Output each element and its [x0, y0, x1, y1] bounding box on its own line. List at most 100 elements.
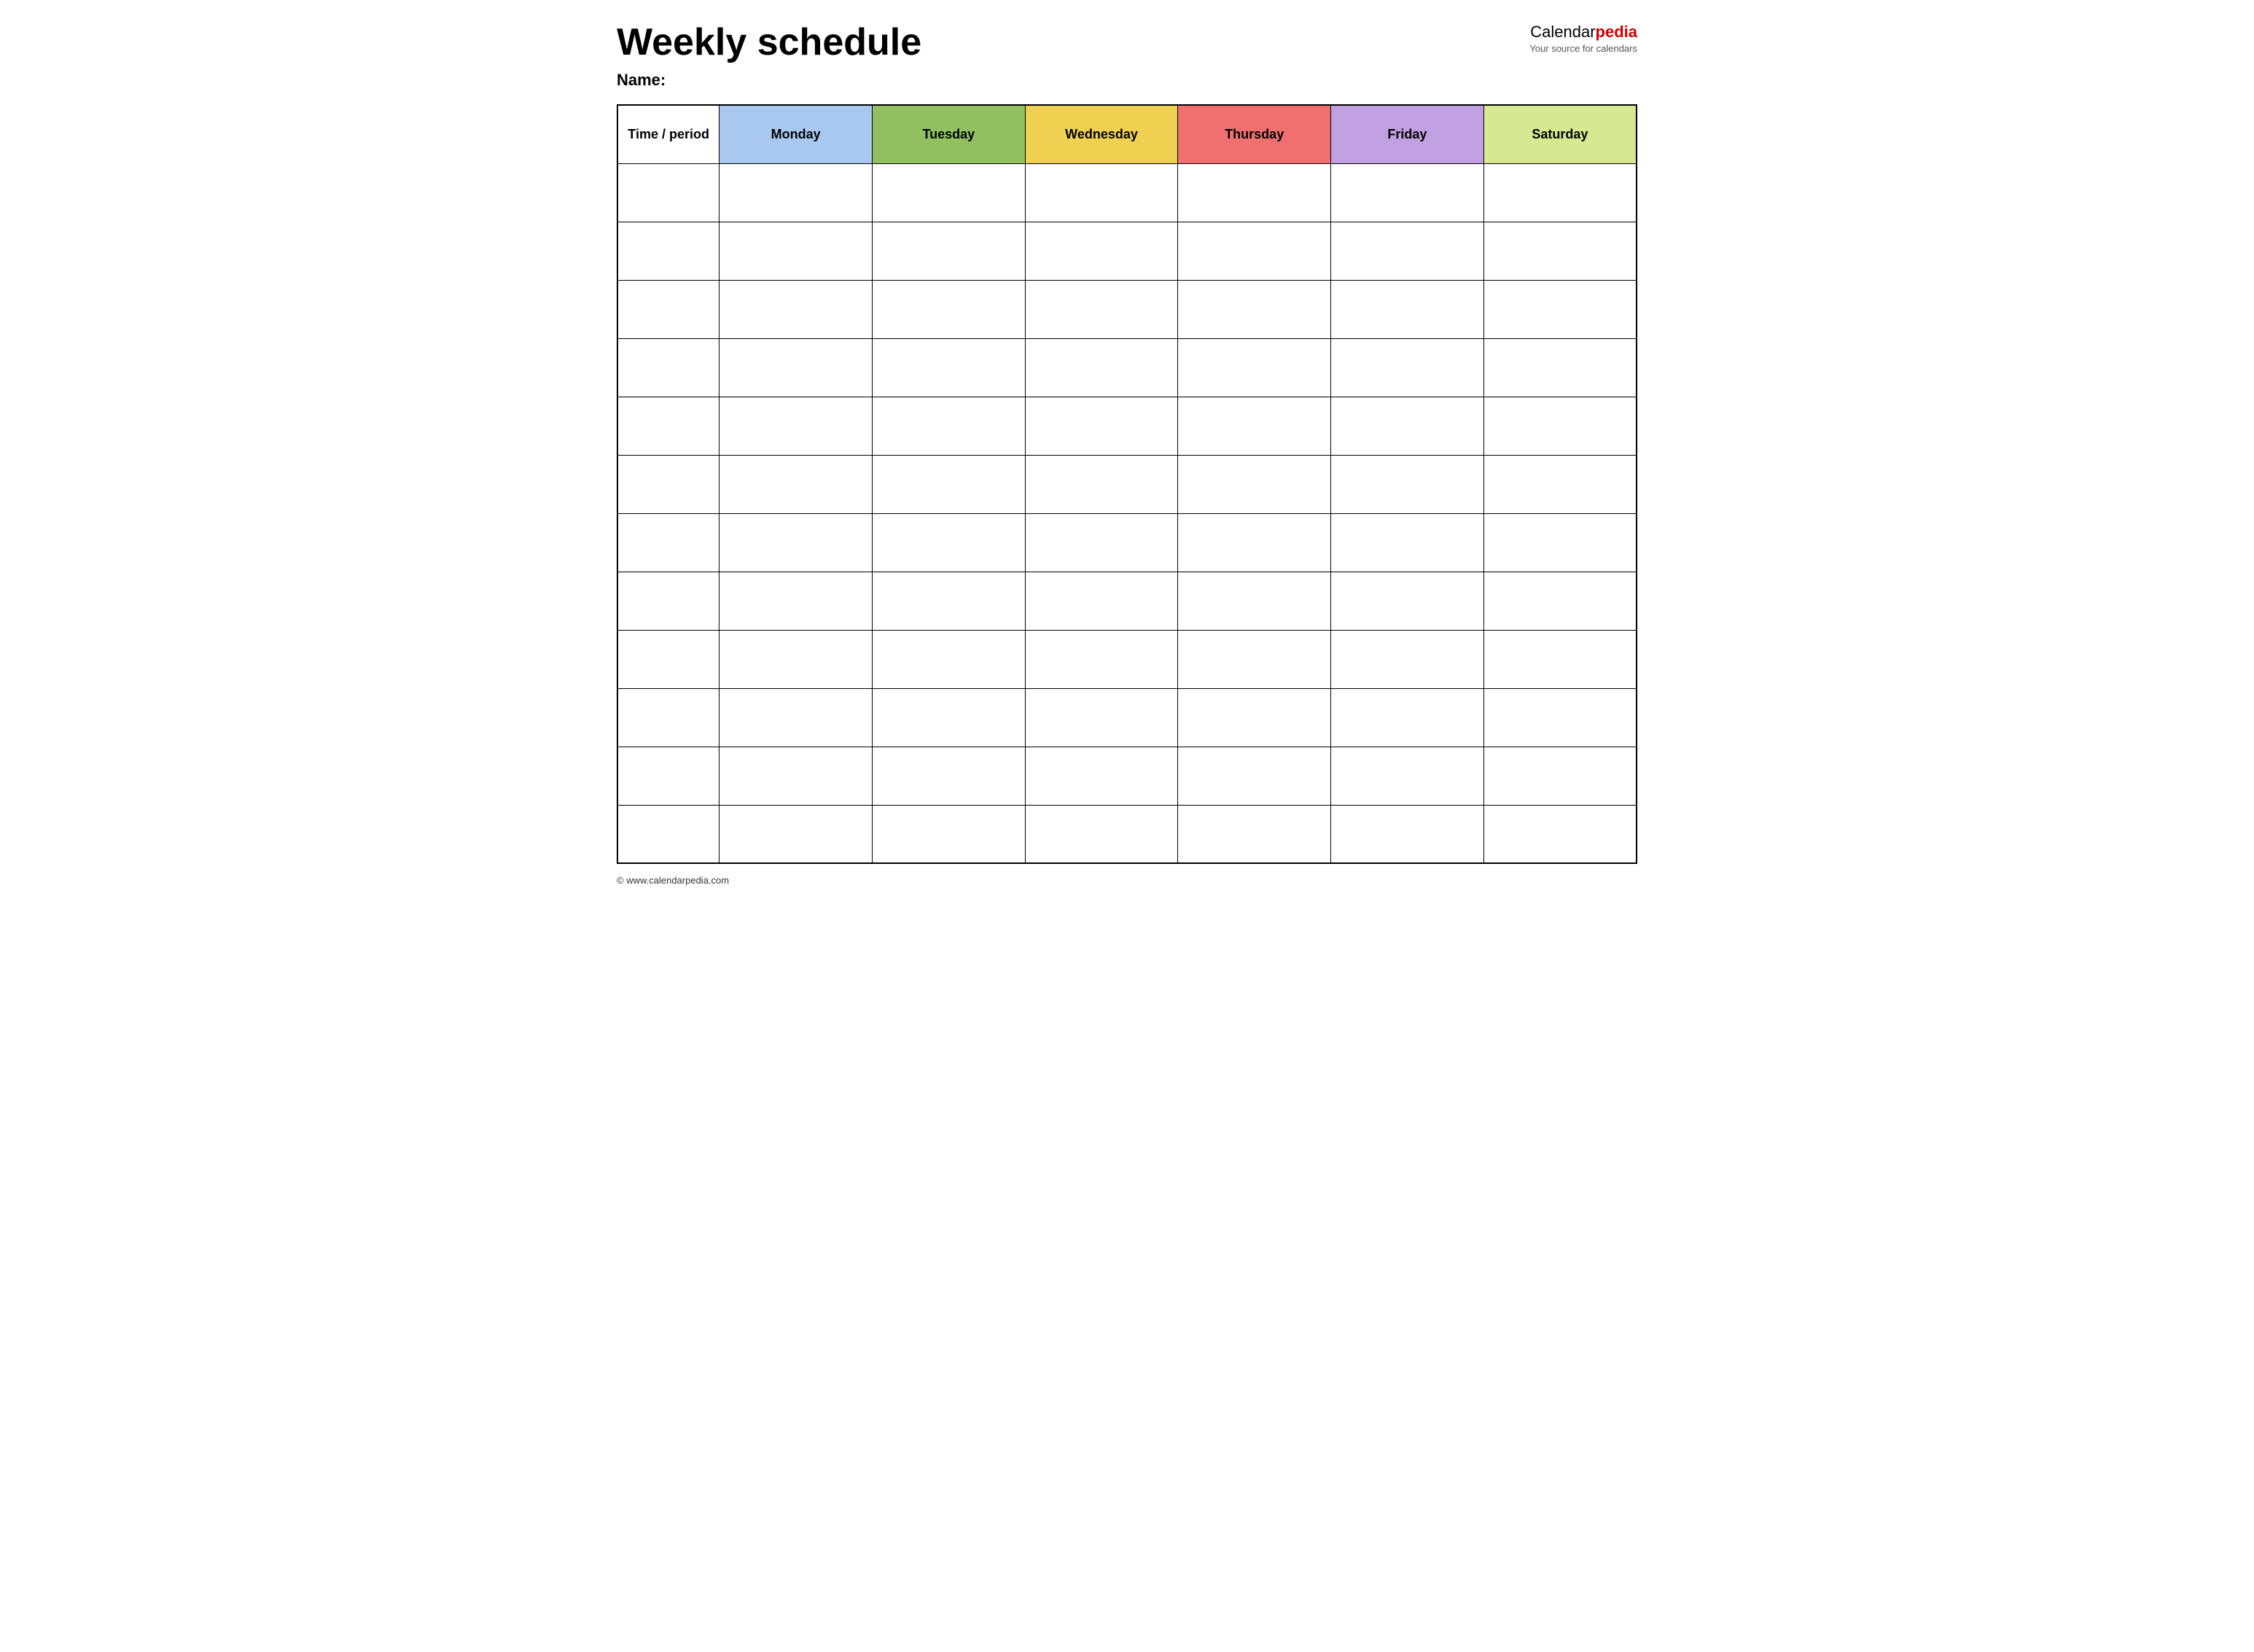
cell-row8-col5[interactable] [1331, 630, 1484, 688]
cell-row4-col0[interactable] [617, 397, 720, 455]
table-row [617, 747, 1637, 805]
footer-url: © www.calendarpedia.com [617, 875, 1637, 886]
cell-row0-col1[interactable] [720, 163, 873, 222]
cell-row11-col3[interactable] [1025, 805, 1178, 863]
cell-row10-col2[interactable] [872, 747, 1025, 805]
cell-row7-col4[interactable] [1178, 572, 1331, 630]
cell-row10-col6[interactable] [1483, 747, 1637, 805]
cell-row4-col2[interactable] [872, 397, 1025, 455]
cell-row7-col1[interactable] [720, 572, 873, 630]
col-header-wednesday: Wednesday [1025, 105, 1178, 163]
cell-row4-col4[interactable] [1178, 397, 1331, 455]
cell-row5-col5[interactable] [1331, 455, 1484, 513]
cell-row0-col4[interactable] [1178, 163, 1331, 222]
table-row [617, 455, 1637, 513]
cell-row11-col5[interactable] [1331, 805, 1484, 863]
cell-row4-col3[interactable] [1025, 397, 1178, 455]
cell-row0-col6[interactable] [1483, 163, 1637, 222]
cell-row8-col2[interactable] [872, 630, 1025, 688]
cell-row5-col0[interactable] [617, 455, 720, 513]
cell-row11-col6[interactable] [1483, 805, 1637, 863]
cell-row9-col1[interactable] [720, 688, 873, 747]
table-row [617, 572, 1637, 630]
cell-row2-col2[interactable] [872, 280, 1025, 338]
cell-row5-col3[interactable] [1025, 455, 1178, 513]
cell-row0-col5[interactable] [1331, 163, 1484, 222]
cell-row2-col1[interactable] [720, 280, 873, 338]
cell-row7-col5[interactable] [1331, 572, 1484, 630]
cell-row6-col6[interactable] [1483, 513, 1637, 572]
cell-row8-col6[interactable] [1483, 630, 1637, 688]
logo-pedia: pedia [1596, 23, 1637, 41]
cell-row5-col6[interactable] [1483, 455, 1637, 513]
logo-text: Calendarpedia [1529, 22, 1637, 43]
cell-row9-col6[interactable] [1483, 688, 1637, 747]
cell-row9-col2[interactable] [872, 688, 1025, 747]
cell-row11-col2[interactable] [872, 805, 1025, 863]
cell-row1-col0[interactable] [617, 222, 720, 280]
cell-row3-col4[interactable] [1178, 338, 1331, 397]
cell-row1-col5[interactable] [1331, 222, 1484, 280]
cell-row6-col0[interactable] [617, 513, 720, 572]
cell-row7-col3[interactable] [1025, 572, 1178, 630]
cell-row2-col4[interactable] [1178, 280, 1331, 338]
cell-row0-col3[interactable] [1025, 163, 1178, 222]
cell-row8-col1[interactable] [720, 630, 873, 688]
cell-row1-col3[interactable] [1025, 222, 1178, 280]
col-header-saturday: Saturday [1483, 105, 1637, 163]
cell-row3-col1[interactable] [720, 338, 873, 397]
cell-row5-col2[interactable] [872, 455, 1025, 513]
cell-row2-col3[interactable] [1025, 280, 1178, 338]
cell-row3-col3[interactable] [1025, 338, 1178, 397]
cell-row5-col4[interactable] [1178, 455, 1331, 513]
table-row [617, 513, 1637, 572]
cell-row7-col6[interactable] [1483, 572, 1637, 630]
cell-row10-col0[interactable] [617, 747, 720, 805]
cell-row4-col6[interactable] [1483, 397, 1637, 455]
table-row [617, 222, 1637, 280]
cell-row3-col0[interactable] [617, 338, 720, 397]
cell-row9-col5[interactable] [1331, 688, 1484, 747]
cell-row2-col0[interactable] [617, 280, 720, 338]
cell-row2-col5[interactable] [1331, 280, 1484, 338]
page-container: Weekly schedule Name: Calendarpedia Your… [617, 22, 1637, 886]
cell-row8-col4[interactable] [1178, 630, 1331, 688]
col-header-friday: Friday [1331, 105, 1484, 163]
table-row [617, 280, 1637, 338]
cell-row7-col2[interactable] [872, 572, 1025, 630]
logo-subtitle: Your source for calendars [1529, 43, 1637, 55]
cell-row6-col3[interactable] [1025, 513, 1178, 572]
cell-row9-col3[interactable] [1025, 688, 1178, 747]
cell-row6-col2[interactable] [872, 513, 1025, 572]
cell-row1-col6[interactable] [1483, 222, 1637, 280]
cell-row4-col5[interactable] [1331, 397, 1484, 455]
cell-row0-col2[interactable] [872, 163, 1025, 222]
cell-row6-col5[interactable] [1331, 513, 1484, 572]
cell-row4-col1[interactable] [720, 397, 873, 455]
cell-row10-col4[interactable] [1178, 747, 1331, 805]
table-row [617, 397, 1637, 455]
cell-row9-col4[interactable] [1178, 688, 1331, 747]
cell-row10-col1[interactable] [720, 747, 873, 805]
cell-row5-col1[interactable] [720, 455, 873, 513]
cell-row10-col3[interactable] [1025, 747, 1178, 805]
table-row [617, 163, 1637, 222]
cell-row7-col0[interactable] [617, 572, 720, 630]
cell-row8-col0[interactable] [617, 630, 720, 688]
cell-row8-col3[interactable] [1025, 630, 1178, 688]
cell-row6-col1[interactable] [720, 513, 873, 572]
cell-row10-col5[interactable] [1331, 747, 1484, 805]
cell-row2-col6[interactable] [1483, 280, 1637, 338]
cell-row3-col6[interactable] [1483, 338, 1637, 397]
cell-row11-col4[interactable] [1178, 805, 1331, 863]
cell-row1-col1[interactable] [720, 222, 873, 280]
cell-row1-col2[interactable] [872, 222, 1025, 280]
cell-row3-col5[interactable] [1331, 338, 1484, 397]
cell-row3-col2[interactable] [872, 338, 1025, 397]
cell-row6-col4[interactable] [1178, 513, 1331, 572]
cell-row9-col0[interactable] [617, 688, 720, 747]
cell-row11-col1[interactable] [720, 805, 873, 863]
cell-row1-col4[interactable] [1178, 222, 1331, 280]
cell-row0-col0[interactable] [617, 163, 720, 222]
cell-row11-col0[interactable] [617, 805, 720, 863]
